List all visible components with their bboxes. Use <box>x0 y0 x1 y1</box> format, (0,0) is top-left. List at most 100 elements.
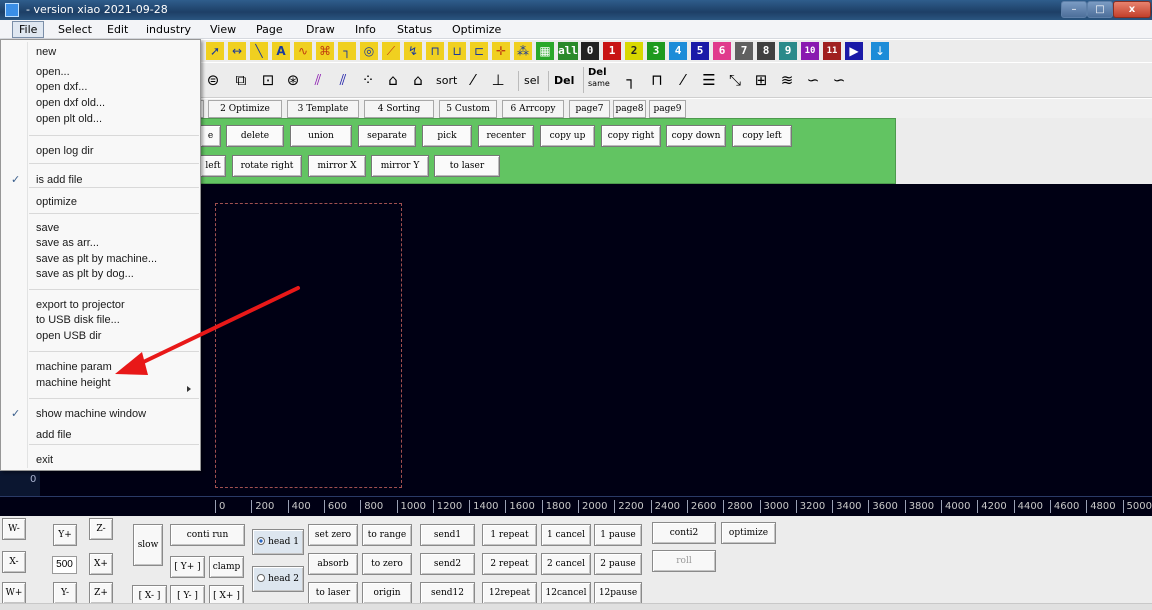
corner-icon[interactable]: ┐ <box>338 42 356 60</box>
to-zero-button[interactable]: to zero <box>362 553 412 575</box>
group-a-icon[interactable]: ⊓ <box>426 42 444 60</box>
file-menu-item-save-as-plt-by-dog[interactable]: save as plt by dog... <box>36 267 134 281</box>
conti-run-button[interactable]: conti run <box>170 524 245 546</box>
cancel-2-button[interactable]: 2 cancel <box>541 553 591 575</box>
op-copy-down-button[interactable]: copy down <box>666 125 726 147</box>
sort-stack-icon[interactable]: ⊥ <box>487 69 509 91</box>
menu-status[interactable]: Status <box>397 22 432 37</box>
file-menu-item-save-as-plt-by-machine[interactable]: save as plt by machine... <box>36 252 157 266</box>
hatch-icon[interactable]: ⫽ <box>307 69 329 91</box>
tab-page9[interactable]: page9 <box>649 100 686 118</box>
overlap-b-icon[interactable]: ⌂ <box>407 69 429 91</box>
absorb-button[interactable]: absorb <box>308 553 358 575</box>
dimension-icon[interactable]: ↔ <box>228 42 246 60</box>
layer-1-button[interactable]: 1 <box>603 42 621 60</box>
cancel-1-button[interactable]: 1 cancel <box>541 524 591 546</box>
file-menu-item-machine-param[interactable]: machine param <box>36 360 112 374</box>
slow-button[interactable]: slow <box>133 524 163 566</box>
group-icon[interactable]: ⧉ <box>230 69 252 91</box>
w-plus-button[interactable]: W+ <box>2 582 26 604</box>
align-icon[interactable]: ⊓ <box>646 69 668 91</box>
send2-button[interactable]: send2 <box>420 553 475 575</box>
rotate-diag-icon[interactable]: ⤡ <box>724 69 746 91</box>
pause-1-button[interactable]: 1 pause <box>594 524 642 546</box>
op-separate-button[interactable]: separate <box>358 125 416 147</box>
pattern-icon[interactable]: ⌘ <box>316 42 334 60</box>
menu-info[interactable]: Info <box>355 22 376 37</box>
circle-icon[interactable]: ◎ <box>360 42 378 60</box>
file-menu-item-open-usb-dir[interactable]: open USB dir <box>36 329 101 343</box>
file-menu-item-to-usb-disk-file[interactable]: to USB disk file... <box>36 313 120 327</box>
line-icon[interactable]: ╲ <box>250 42 268 60</box>
delete-button[interactable]: Del <box>548 71 576 91</box>
head-1-radio[interactable]: head 1 <box>252 529 304 555</box>
file-menu-item-open-dxf-old[interactable]: open dxf old... <box>36 96 105 110</box>
head-2-radio[interactable]: head 2 <box>252 566 304 592</box>
op-partial-button[interactable]: e <box>200 125 221 147</box>
group-b-icon[interactable]: ⊔ <box>448 42 466 60</box>
roll-button[interactable]: roll <box>652 550 716 572</box>
layer-5-button[interactable]: 5 <box>691 42 709 60</box>
conti2-button[interactable]: conti2 <box>652 522 716 544</box>
y-plus-nudge-button[interactable]: [ Y+ ] <box>170 556 205 578</box>
optimize-button[interactable]: optimize <box>721 522 776 544</box>
tab-page7[interactable]: page7 <box>569 100 610 118</box>
sort-button[interactable]: sort <box>434 71 459 91</box>
select-all-button[interactable]: all <box>558 42 578 60</box>
y-plus-button[interactable]: Y+ <box>53 524 77 546</box>
scatter-icon[interactable]: ⁘ <box>357 69 379 91</box>
op-mirror-y-button[interactable]: mirror Y <box>371 155 429 177</box>
file-menu-item-exit[interactable]: exit <box>36 453 53 467</box>
tab-optimize[interactable]: 2 Optimize <box>208 100 282 118</box>
file-menu-item-show-machine-window[interactable]: show machine window <box>36 407 146 421</box>
machine-icon[interactable]: ⊜ <box>202 69 224 91</box>
tab-sorting[interactable]: 4 Sorting <box>364 100 434 118</box>
file-menu-item-is-add-file[interactable]: is add file <box>36 173 82 187</box>
menu-edit[interactable]: Edit <box>107 22 128 37</box>
file-menu-item-save[interactable]: save <box>36 221 59 235</box>
tab-template[interactable]: 3 Template <box>287 100 359 118</box>
repeat-2-button[interactable]: 2 repeat <box>482 553 537 575</box>
sort-diagonal-icon[interactable]: ⁄ <box>462 69 484 91</box>
menu-draw[interactable]: Draw <box>306 22 335 37</box>
wave-line-icon[interactable]: ∿ <box>294 42 312 60</box>
layer-8-button[interactable]: 8 <box>757 42 775 60</box>
file-menu-item-open-plt-old[interactable]: open plt old... <box>36 112 102 126</box>
menu-view[interactable]: View <box>210 22 236 37</box>
select-button[interactable]: sel <box>518 71 542 91</box>
next-layer-icon[interactable]: ▶ <box>845 42 863 60</box>
layer-11-button[interactable]: 11 <box>823 42 841 60</box>
curve-a-icon[interactable]: ∽ <box>802 69 824 91</box>
file-menu-item-save-as-arr[interactable]: save as arr... <box>36 236 99 250</box>
text-icon[interactable]: A <box>272 42 290 60</box>
op-rotate-left-button[interactable]: left <box>200 155 226 177</box>
op-copy-left-button[interactable]: copy left <box>732 125 792 147</box>
set-zero-button[interactable]: set zero <box>308 524 358 546</box>
wave-text-icon[interactable]: ≋ <box>776 69 798 91</box>
repeat-1-button[interactable]: 1 repeat <box>482 524 537 546</box>
send1-button[interactable]: send1 <box>420 524 475 546</box>
download-arrow-icon[interactable]: ↓ <box>871 42 889 60</box>
grid-select-icon[interactable]: ▦ <box>536 42 554 60</box>
select-arrow-icon[interactable]: ➚ <box>206 42 224 60</box>
tab-arrcopy[interactable]: 6 Arrcopy <box>502 100 564 118</box>
hatch-fill-icon[interactable]: ⫽ <box>332 69 354 91</box>
crosshair-icon[interactable]: ✛ <box>492 42 510 60</box>
pause-2-button[interactable]: 2 pause <box>594 553 642 575</box>
file-menu-item-open[interactable]: open... <box>36 65 70 79</box>
op-to-laser-button[interactable]: to laser <box>434 155 500 177</box>
tab-custom[interactable]: 5 Custom <box>439 100 497 118</box>
file-menu-item-open-dxf[interactable]: open dxf... <box>36 80 87 94</box>
cancel-12-button[interactable]: 12cancel <box>541 582 591 604</box>
file-menu-item-new[interactable]: new <box>36 45 56 59</box>
file-menu-item-open-log-dir[interactable]: open log dir <box>36 144 94 158</box>
menu-optimize[interactable]: Optimize <box>452 22 501 37</box>
w-minus-button[interactable]: W- <box>2 518 26 540</box>
layer-10-button[interactable]: 10 <box>801 42 819 60</box>
layer-9-button[interactable]: 9 <box>779 42 797 60</box>
layer-2-button[interactable]: 2 <box>625 42 643 60</box>
file-menu-item-export-to-projector[interactable]: export to projector <box>36 298 125 312</box>
square-7-icon[interactable]: ⊡ <box>257 69 279 91</box>
mirror-diag-icon[interactable]: ⁄ <box>672 69 694 91</box>
layer-6-button[interactable]: 6 <box>713 42 731 60</box>
